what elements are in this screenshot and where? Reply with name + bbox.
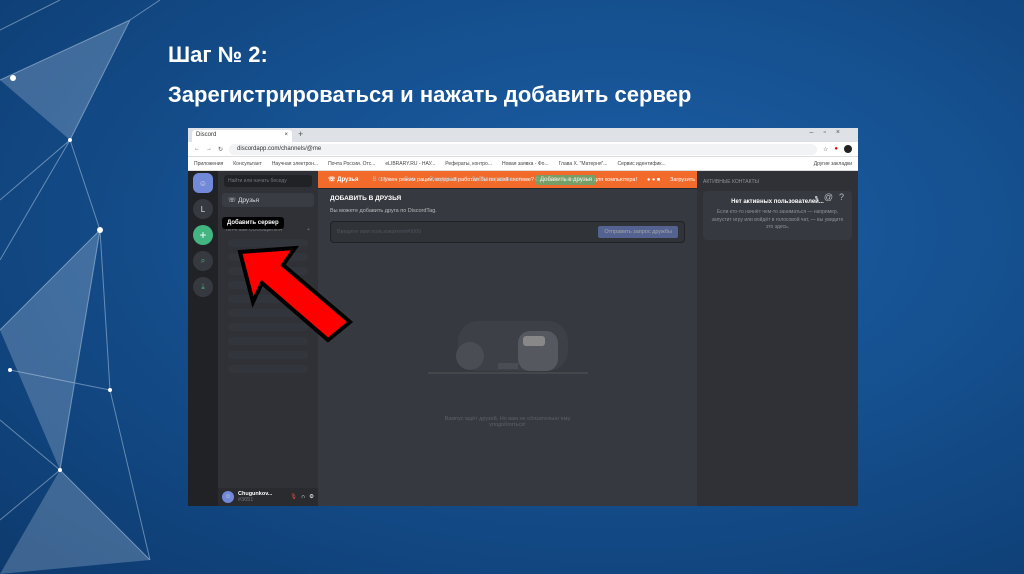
add-server-tooltip: Добавить сервер bbox=[222, 217, 284, 229]
avatar[interactable]: ☺ bbox=[222, 491, 234, 503]
step-heading: Шаг № 2: bbox=[168, 42, 268, 67]
friends-item[interactable]: ☏ Друзья bbox=[222, 193, 314, 207]
friends-icon: ☏ bbox=[228, 197, 238, 204]
address-bar[interactable]: discordapp.com/channels/@me bbox=[229, 143, 817, 155]
bookmark[interactable]: Новая заявка - Фо... bbox=[502, 161, 549, 167]
bookmark[interactable]: Рефераты, контро... bbox=[445, 161, 492, 167]
tab-all[interactable]: Все bbox=[404, 177, 414, 183]
bookmark[interactable]: eLIBRARY.RU - НАУ... bbox=[385, 161, 435, 167]
add-friend-title: ДОБАВИТЬ В ДРУЗЬЯ bbox=[330, 195, 402, 202]
wumpus-illustration bbox=[428, 321, 588, 374]
send-request-button[interactable]: Отправить запрос дружбы bbox=[598, 226, 678, 238]
empty-state-text: Вампус ждёт друзей. Но вам не обязательн… bbox=[444, 416, 571, 428]
bookmark-other[interactable]: Другие закладки bbox=[814, 161, 852, 167]
user-panel: ☺ Chugunkov... #3651 🎙 ∩ ⚙ bbox=[218, 488, 318, 506]
settings-icon[interactable]: ⚙ bbox=[309, 494, 314, 500]
friends-label: Друзья bbox=[237, 197, 260, 204]
headphones-icon[interactable]: ∩ bbox=[301, 494, 305, 500]
tab-blocked[interactable]: Заблокированные bbox=[472, 177, 522, 183]
download-icon[interactable]: ⤓ bbox=[193, 277, 213, 297]
search-input[interactable]: Найти или начать беседу bbox=[224, 175, 312, 187]
forward-icon[interactable]: → bbox=[206, 146, 212, 152]
search-icon[interactable]: ⌕ bbox=[193, 251, 213, 271]
bookmark[interactable]: Глава Х. "Матерня"... bbox=[559, 161, 608, 167]
add-server-button[interactable]: + bbox=[193, 225, 213, 245]
step-instruction: Зарегистрироваться и нажать добавить сер… bbox=[168, 82, 692, 107]
bookmark[interactable]: Научная электрон... bbox=[272, 161, 318, 167]
mute-icon[interactable]: 🎙 bbox=[290, 494, 297, 500]
tab-title: Discord bbox=[196, 132, 217, 138]
red-arrow-pointer bbox=[237, 245, 354, 343]
bookmark[interactable]: Консультант bbox=[233, 161, 262, 167]
new-tab-icon[interactable]: + bbox=[298, 129, 303, 139]
main-content: ☏ Друзья В сети Все Ожидание Заблокирова… bbox=[318, 171, 697, 506]
extension-icon[interactable]: ● bbox=[834, 146, 838, 152]
bookmark[interactable]: Сервис идентифик... bbox=[617, 161, 665, 167]
active-contacts-panel: АКТИВНЫЕ КОНТАКТЫ Нет активных пользоват… bbox=[697, 171, 858, 506]
browser-tabbar: Discord × + –▫× bbox=[188, 128, 858, 142]
browser-tab[interactable]: Discord × bbox=[192, 130, 292, 142]
tab-add-friend[interactable]: Добавить в друзья bbox=[536, 174, 596, 185]
tab-pending[interactable]: Ожидание bbox=[429, 177, 458, 183]
profile-avatar[interactable] bbox=[844, 145, 852, 153]
bookmark[interactable]: Приложения bbox=[194, 161, 223, 167]
header-icons[interactable]: ▪@? bbox=[815, 192, 850, 202]
back-icon[interactable]: ← bbox=[194, 146, 200, 152]
active-contacts-title: АКТИВНЫЕ КОНТАКТЫ bbox=[703, 179, 759, 185]
star-icon[interactable]: ☆ bbox=[823, 146, 828, 153]
user-tag: #3651 bbox=[238, 497, 254, 503]
discord-home-icon[interactable]: ☺ bbox=[193, 173, 213, 193]
reload-icon[interactable]: ↻ bbox=[218, 146, 223, 153]
bookmarks-bar: Приложения Консультант Научная электрон...… bbox=[188, 157, 858, 171]
server-rail: ☺ L + ⌕ ⤓ bbox=[188, 171, 218, 506]
bookmark[interactable]: Почта России. Отс... bbox=[328, 161, 375, 167]
no-active-desc: Если кто-то начнёт чем-то заниматься — н… bbox=[711, 209, 844, 230]
friends-header: ☏ Друзья В сети Все Ожидание Заблокирова… bbox=[318, 171, 697, 189]
window-controls[interactable]: –▫× bbox=[810, 129, 850, 136]
add-friend-desc: Вы можете добавить друга по DiscordTag. bbox=[330, 208, 437, 214]
tab-friends: ☏ Друзья bbox=[328, 177, 359, 183]
close-tab-icon[interactable]: × bbox=[284, 132, 288, 138]
tab-online[interactable]: В сети bbox=[372, 177, 390, 183]
server-icon[interactable]: L bbox=[193, 199, 213, 219]
